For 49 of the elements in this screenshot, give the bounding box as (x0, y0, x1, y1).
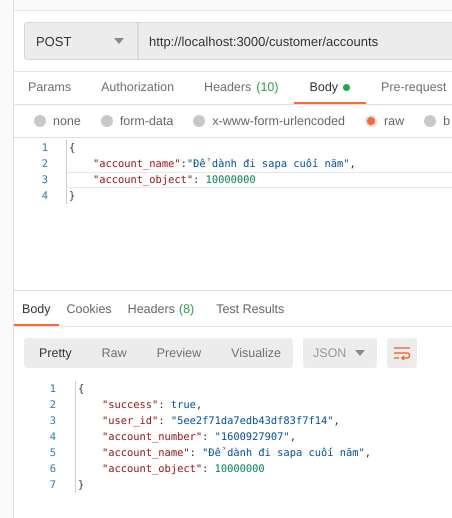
radio-button[interactable] (100, 115, 113, 127)
radio-button[interactable] (424, 115, 436, 127)
response-tab[interactable]: Body (14, 294, 58, 326)
wrap-icon (393, 346, 411, 360)
line-number: 2 (48, 399, 56, 411)
radio-button[interactable] (34, 115, 46, 127)
request-tab[interactable]: Authorization (86, 72, 190, 104)
code-line: "success": true, (75, 397, 452, 413)
caret-icon (114, 38, 124, 44)
code-line: "account_name": "Để dành đi sapa cuối năm", (75, 445, 452, 461)
request-tab[interactable]: Body (294, 72, 366, 104)
code-line: } (66, 188, 452, 204)
line-number: 2 (40, 158, 48, 170)
code-line: { (66, 140, 452, 156)
line-number: 6 (48, 463, 56, 475)
view-mode-tab[interactable]: Preview (142, 338, 216, 368)
response-tab[interactable]: Headers (8) (120, 294, 202, 326)
line-number: 4 (40, 190, 48, 202)
radio-button[interactable] (365, 115, 377, 127)
response-tab[interactable]: Cookies (58, 294, 120, 326)
url-field[interactable]: http://localhost:3000/customer/accounts (138, 22, 452, 60)
wrap-lines-button[interactable] (387, 338, 417, 368)
radio-label: none (53, 114, 81, 128)
request-tab[interactable]: Headers (10) (189, 72, 294, 104)
code-line: { (75, 381, 452, 397)
radio-label: raw (384, 114, 404, 128)
line-number: 1 (48, 383, 56, 395)
response-tab[interactable]: Test Results (208, 294, 292, 326)
caret-icon (355, 350, 365, 356)
request-tab[interactable]: Params (14, 72, 86, 104)
line-number: 1 (40, 142, 48, 154)
radio-label: b (443, 114, 450, 128)
line-number: 5 (48, 447, 56, 459)
request-tab[interactable]: Pre-request (366, 72, 452, 104)
radio-button[interactable] (193, 115, 206, 127)
view-mode-tab[interactable]: Raw (86, 338, 142, 368)
line-number: 7 (48, 479, 56, 491)
code-line: } (75, 477, 452, 493)
radio-label: x-www-form-urlencoded (212, 114, 345, 128)
code-line: "account_number": "1600927907", (75, 429, 452, 445)
code-line: "account_object": 10000000 (75, 461, 452, 477)
code-line: "user_id": "5ee2f71da7edb43df83f7f14", (75, 413, 452, 429)
line-number: 3 (40, 174, 48, 186)
radio-label: form-data (120, 114, 174, 128)
line-number: 3 (48, 415, 56, 427)
view-mode-tab[interactable]: Pretty (24, 338, 87, 368)
method-dropdown[interactable]: POST (24, 22, 138, 60)
view-mode-tab[interactable]: Visualize (216, 338, 296, 368)
line-number: 4 (48, 431, 56, 443)
